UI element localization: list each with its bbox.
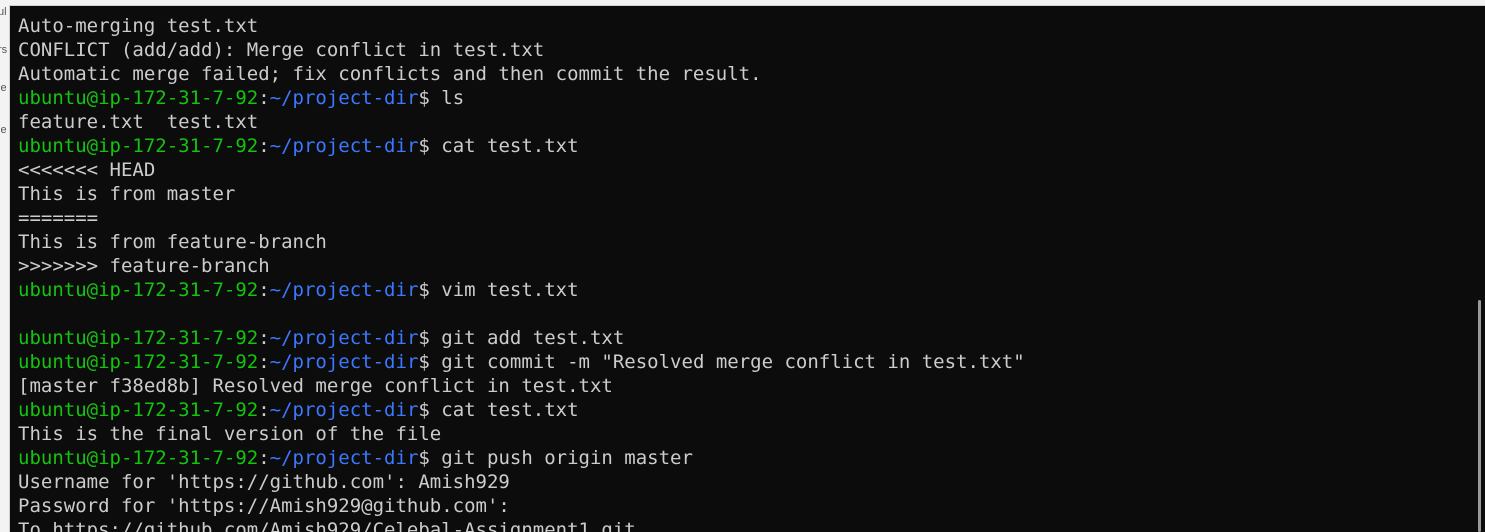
output-line: CONFLICT (add/add): Merge conflict in te…	[18, 39, 545, 61]
output-line: Password for 'https://Amish929@github.co…	[18, 495, 510, 517]
prompt-separator: :	[258, 135, 270, 157]
output-line: This is the final version of the file	[18, 423, 442, 445]
prompt-symbol: $	[418, 327, 442, 349]
output-line: =======	[18, 207, 99, 229]
prompt-separator: :	[258, 279, 270, 301]
output-line: To https://github.com/Amish929/Celebal-A…	[18, 519, 636, 532]
prompt-symbol: $	[418, 351, 442, 373]
prompt-path: ~/project-dir	[269, 351, 419, 373]
prompt-separator: :	[258, 351, 270, 373]
prompt-user-host: ubuntu@ip-172-31-7-92	[18, 135, 259, 157]
background-window-text-fragment: rs	[0, 44, 8, 56]
command-text: cat test.txt	[441, 399, 579, 421]
output-line: feature.txt test.txt	[18, 111, 259, 133]
background-window-edge: ul rs le le	[0, 0, 10, 532]
prompt-symbol: $	[418, 87, 442, 109]
terminal-output[interactable]: Auto-merging test.txt CONFLICT (add/add):…	[18, 14, 1465, 532]
prompt-line: ubuntu@ip-172-31-7-92:~/project-dir$ vim…	[18, 278, 1465, 302]
prompt-path: ~/project-dir	[269, 327, 419, 349]
background-window-text-fragment: ul	[0, 6, 7, 18]
prompt-path: ~/project-dir	[269, 135, 419, 157]
background-window-text-fragment: le	[0, 82, 7, 94]
prompt-symbol: $	[418, 135, 442, 157]
prompt-user-host: ubuntu@ip-172-31-7-92	[18, 399, 259, 421]
command-text: ls	[441, 87, 465, 109]
output-line: >>>>>>> feature-branch	[18, 255, 270, 277]
prompt-separator: :	[258, 447, 270, 469]
prompt-path: ~/project-dir	[269, 87, 419, 109]
prompt-path: ~/project-dir	[269, 447, 419, 469]
prompt-user-host: ubuntu@ip-172-31-7-92	[18, 87, 259, 109]
prompt-symbol: $	[418, 279, 442, 301]
prompt-separator: :	[258, 87, 270, 109]
output-line: Auto-merging test.txt	[18, 15, 259, 37]
prompt-line: ubuntu@ip-172-31-7-92:~/project-dir$ git…	[18, 326, 1465, 350]
prompt-line: ubuntu@ip-172-31-7-92:~/project-dir$ cat…	[18, 134, 1465, 158]
prompt-separator: :	[258, 327, 270, 349]
command-text: git add test.txt	[441, 327, 625, 349]
window-top-edge	[9, 0, 1485, 6]
background-window-text-fragment: le	[0, 124, 7, 136]
output-line: This is from master	[18, 183, 236, 205]
prompt-path: ~/project-dir	[269, 279, 419, 301]
output-line: Automatic merge failed; fix conflicts an…	[18, 63, 762, 85]
prompt-line: ubuntu@ip-172-31-7-92:~/project-dir$ ls	[18, 86, 1465, 110]
output-line: [master f38ed8b] Resolved merge conflict…	[18, 375, 613, 397]
prompt-path: ~/project-dir	[269, 399, 419, 421]
prompt-user-host: ubuntu@ip-172-31-7-92	[18, 447, 259, 469]
command-text: git commit -m "Resolved merge conflict i…	[441, 351, 1025, 373]
command-text: vim test.txt	[441, 279, 579, 301]
prompt-separator: :	[258, 399, 270, 421]
prompt-line: ubuntu@ip-172-31-7-92:~/project-dir$ git…	[18, 350, 1465, 374]
output-line: This is from feature-branch	[18, 231, 327, 253]
command-text: git push origin master	[441, 447, 693, 469]
prompt-symbol: $	[418, 399, 442, 421]
prompt-user-host: ubuntu@ip-172-31-7-92	[18, 279, 259, 301]
prompt-symbol: $	[418, 447, 442, 469]
output-line: <<<<<<< HEAD	[18, 159, 156, 181]
command-text: cat test.txt	[441, 135, 579, 157]
prompt-user-host: ubuntu@ip-172-31-7-92	[18, 327, 259, 349]
output-line: Username for 'https://github.com': Amish…	[18, 471, 510, 493]
scrollbar-thumb[interactable]	[1478, 300, 1481, 532]
prompt-line: ubuntu@ip-172-31-7-92:~/project-dir$ cat…	[18, 398, 1465, 422]
prompt-user-host: ubuntu@ip-172-31-7-92	[18, 351, 259, 373]
prompt-line: ubuntu@ip-172-31-7-92:~/project-dir$ git…	[18, 446, 1465, 470]
